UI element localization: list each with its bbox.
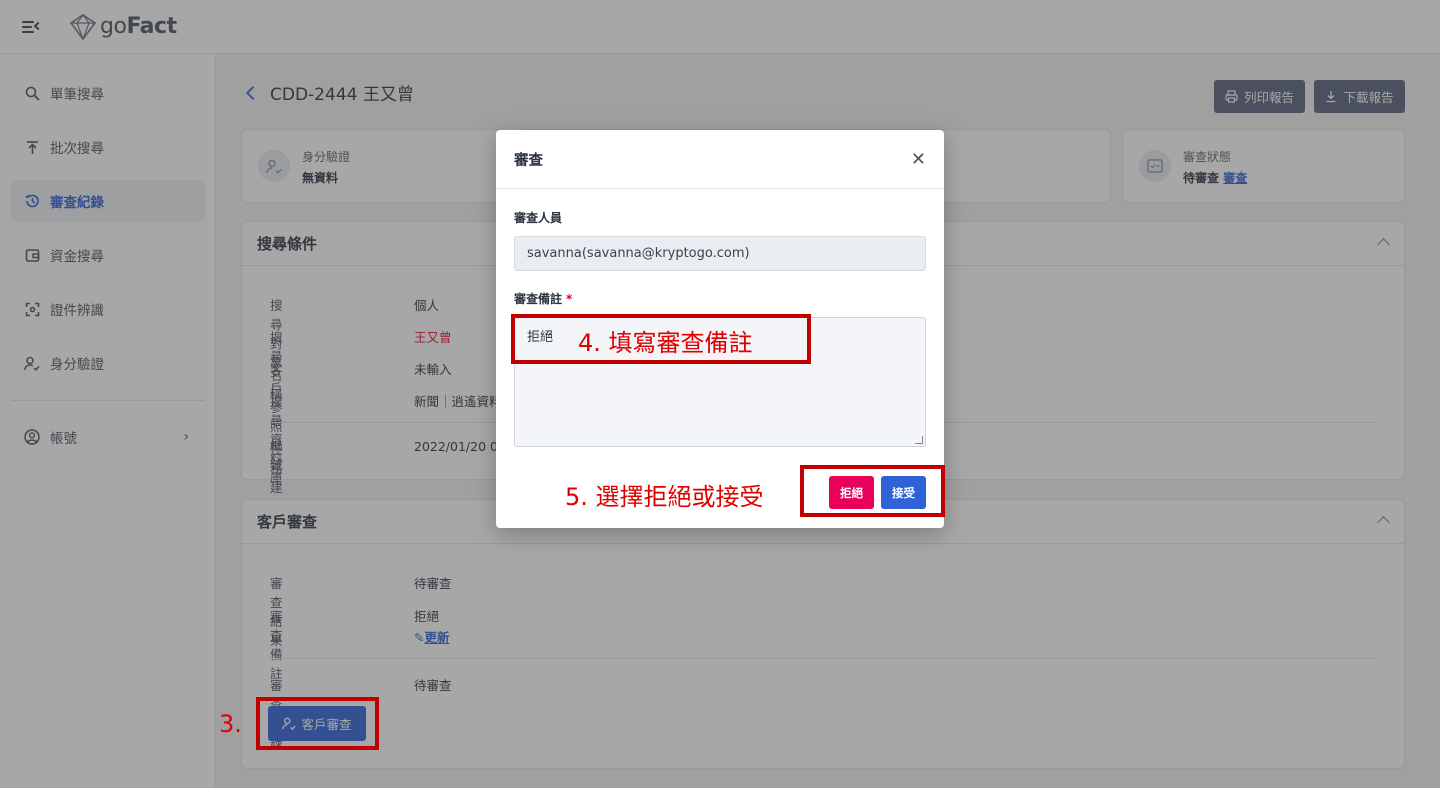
- annotation-step5: 5. 選擇拒絕或接受: [565, 483, 764, 511]
- reviewer-label: 審查人員: [514, 211, 563, 225]
- close-icon[interactable]: ✕: [911, 149, 926, 170]
- annotation-step3: 3.: [219, 710, 242, 738]
- modal-title: 審查: [514, 152, 543, 169]
- annotation-box-buttons: [800, 465, 945, 517]
- annotation-step4: 4. 填寫審查備註: [578, 329, 753, 357]
- required-mark: *: [566, 292, 573, 306]
- modal-header: 審查 ✕: [496, 130, 944, 189]
- annotation-box-review-button: [256, 697, 379, 750]
- reviewer-field: savanna(savanna@kryptogo.com): [514, 236, 926, 271]
- resize-handle-icon[interactable]: [915, 436, 923, 444]
- note-label: 審查備註 *: [514, 290, 572, 307]
- note-label-text: 審查備註: [514, 292, 563, 306]
